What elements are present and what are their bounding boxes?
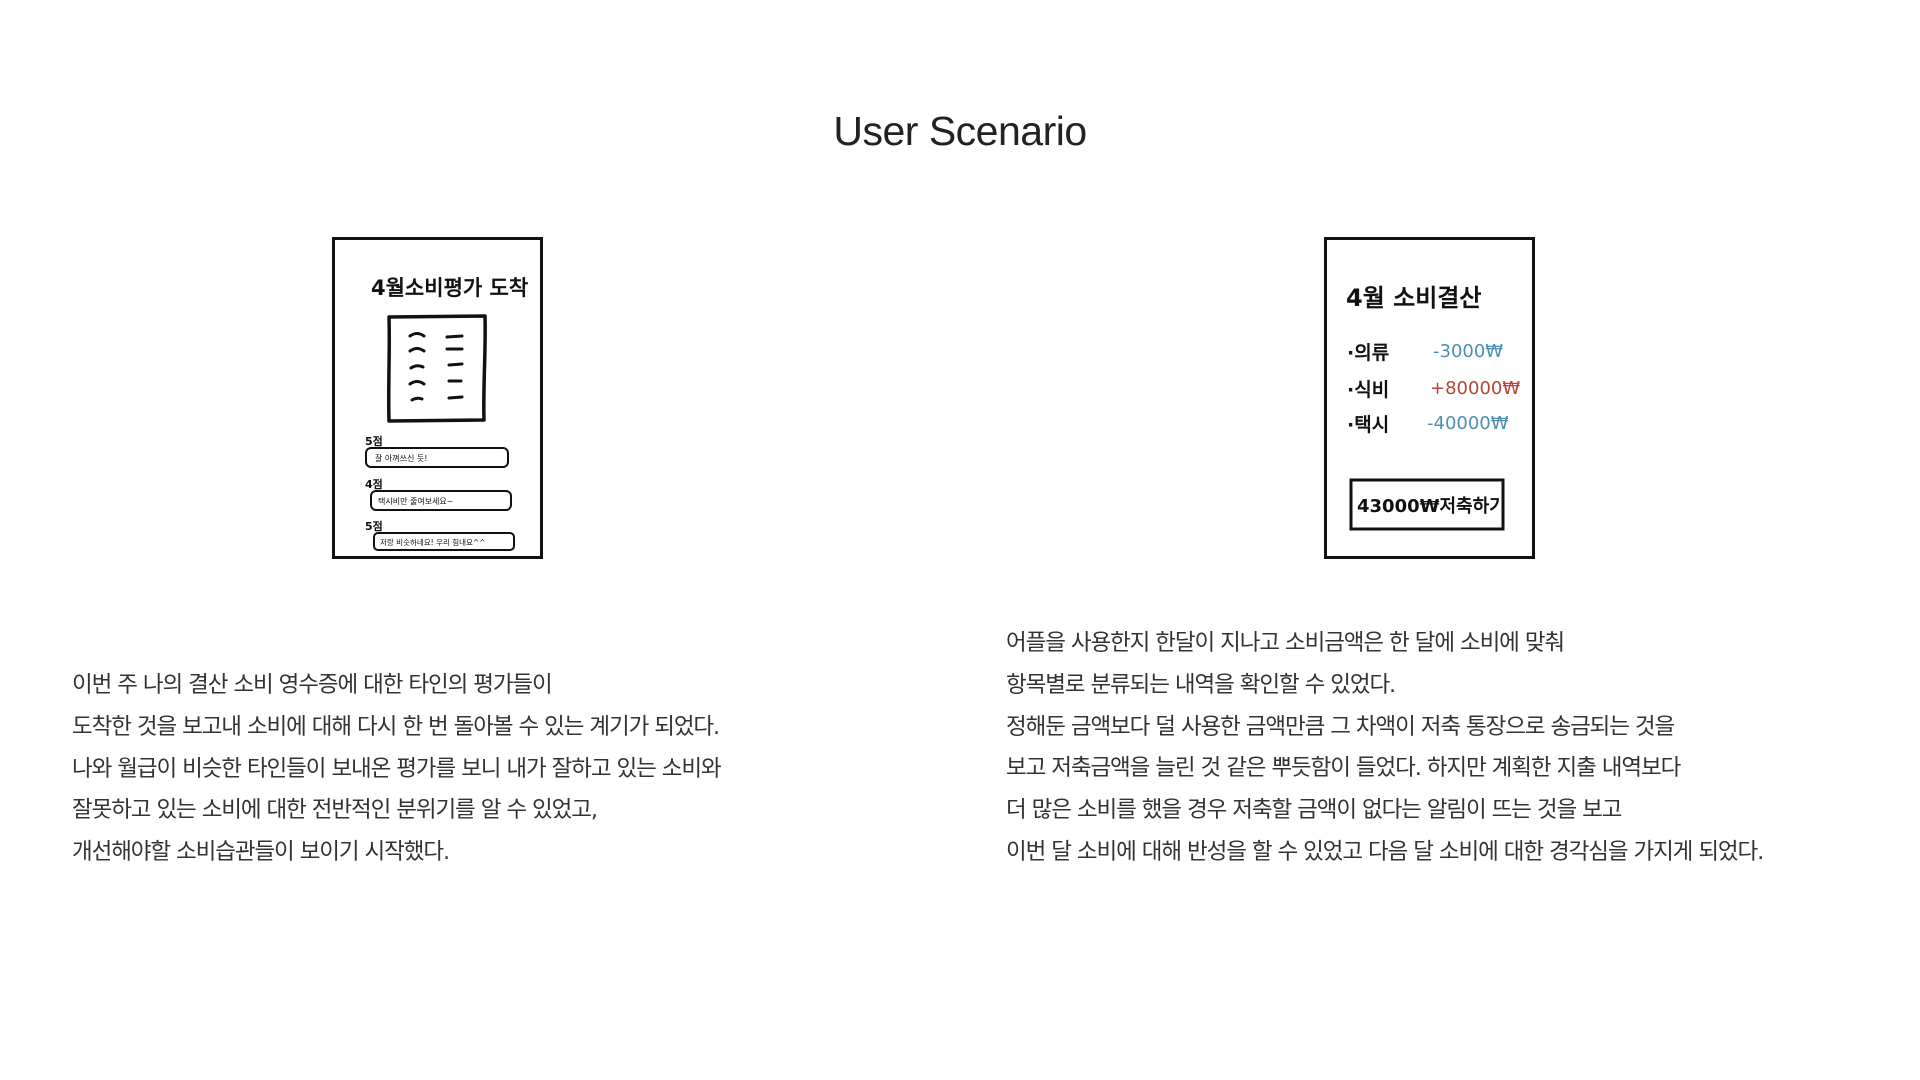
rating-comment: 저랑 비슷하네요! 우리 힘내요^^ (380, 537, 486, 547)
settlement-sketch: 4월 소비결산 ·의류 -3000₩ ·식비 +80000₩ ·택시 -4000… (1324, 237, 1535, 559)
save-button-sketch-label: 43000₩저축하기 (1357, 496, 1506, 517)
evaluation-sketch: 4월소비평가 도착 5점 잘 아껴쓰신 듯! 4점 택시비만 줄여보세요~ 5점… (332, 237, 543, 559)
rating-score: 5점 (365, 434, 383, 448)
rating-score: 5점 (365, 519, 383, 533)
text-line: 나와 월급이 비슷한 타인들이 보내온 평가를 보니 내가 잘하고 있는 소비와 (72, 755, 722, 782)
rating-comment: 잘 아껴쓰신 듯! (375, 453, 427, 463)
category-label: ·의류 (1347, 342, 1389, 364)
receipt-box (386, 314, 487, 423)
rating-score: 4점 (365, 477, 383, 491)
text-line: 이번 주 나의 결산 소비 영수증에 대한 타인의 평가들이 (72, 672, 553, 698)
page-title: User Scenario (833, 108, 1087, 154)
text-line: 항목별로 분류되는 내역을 확인할 수 있었다. (1006, 671, 1396, 698)
text-line: 정해둔 금액보다 덜 사용한 금액만큼 그 차액이 저축 통장으로 송금되는 것… (1006, 713, 1675, 740)
category-amount: -40000₩ (1427, 413, 1509, 434)
evaluation-sketch-heading: 4월소비평가 도착 (371, 276, 528, 300)
category-amount: -3000₩ (1433, 341, 1503, 362)
settlement-sketch-heading: 4월 소비결산 (1346, 284, 1481, 312)
receipt-line (409, 364, 425, 370)
text-line: 더 많은 소비를 했을 경우 저축할 금액이 없다는 알림이 뜨는 것을 보고 (1006, 797, 1622, 824)
receipt-line (447, 395, 464, 400)
scenario-right-text: 어플을 사용한지 한달이 지나고 소비금액은 한 달에 소비에 맞춰 항목별로 … (1006, 623, 1764, 874)
text-line: 이번 달 소비에 대해 반성을 할 수 있었고 다음 달 소비에 대한 경각심을… (1006, 838, 1764, 865)
receipt-line (445, 334, 464, 339)
text-line: 개선해야할 소비습관들이 보이기 시작했다. (72, 839, 450, 866)
receipt-line (447, 362, 464, 367)
category-label: ·식비 (1347, 379, 1389, 401)
text-line: 도착한 것을 보고내 소비에 대해 다시 한 번 돌아볼 수 있는 계기가 되었… (72, 713, 720, 740)
category-amount: +80000₩ (1430, 378, 1520, 399)
receipt-line (408, 332, 426, 338)
category-label: ·택시 (1347, 414, 1389, 436)
evaluation-sketch-drawing: 4월소비평가 도착 5점 잘 아껴쓰신 듯! 4점 택시비만 줄여보세요~ 5점… (365, 276, 528, 551)
text-line: 어플을 사용한지 한달이 지나고 소비금액은 한 달에 소비에 맞춰 (1006, 630, 1565, 656)
receipt-line (410, 396, 424, 402)
rating-comment: 택시비만 줄여보세요~ (378, 496, 454, 506)
text-line: 잘못하고 있는 소비에 대한 전반적인 분위기를 알 수 있었고, (72, 797, 598, 824)
settlement-sketch-drawing: 4월 소비결산 ·의류 -3000₩ ·식비 +80000₩ ·택시 -4000… (1346, 284, 1520, 531)
receipt-line (408, 347, 426, 353)
scenario-left-text: 이번 주 나의 결산 소비 영수증에 대한 타인의 평가들이 도착한 것을 보고… (72, 665, 722, 874)
receipt-line (408, 380, 426, 386)
text-line: 보고 저축금액을 늘린 것 같은 뿌듯함이 들었다. 하지만 계획한 지출 내역… (1006, 755, 1681, 782)
